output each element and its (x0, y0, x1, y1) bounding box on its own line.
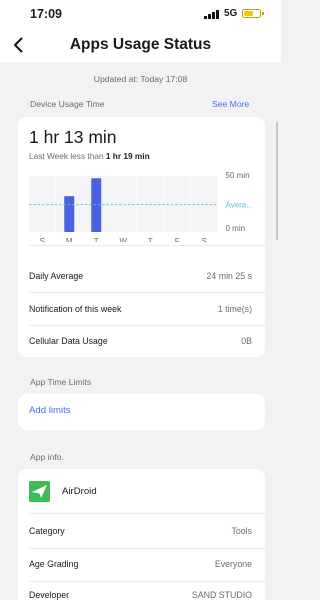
airdroid-logo (29, 481, 50, 502)
x-tick-label: S (40, 237, 45, 242)
stat-row-daily-average: Daily Average 24 min 25 s (29, 260, 252, 292)
add-limits-link[interactable]: Add limits (29, 405, 71, 416)
info-row-age-grading: Age Grading Everyone (29, 548, 252, 580)
status-bar: 17:09 5G (0, 0, 281, 30)
stat-row-cellular: Cellular Data Usage 0B (29, 325, 252, 357)
info-label: Category (29, 526, 65, 536)
divider (29, 513, 265, 514)
app-info-card: AirDroid Category Tools Age Grading Ever… (18, 469, 265, 600)
battery-icon (242, 9, 264, 18)
y-tick-50: 50 min (226, 171, 250, 180)
x-tick-label: M (66, 237, 73, 242)
status-time: 17:09 (30, 7, 62, 21)
chart-column-bg (137, 176, 164, 232)
x-tick-label: F (175, 237, 180, 242)
info-row-developer: Developer SAND STUDIO (29, 579, 252, 600)
stat-value: 0B (241, 336, 252, 346)
time-limits-heading: App Time Limits (30, 377, 92, 387)
stat-row-notifications: Notification of this week 1 time(s) (29, 293, 252, 325)
stat-label: Cellular Data Usage (29, 336, 108, 346)
chart-column-bg (164, 176, 191, 232)
see-more-link[interactable]: See More (212, 99, 249, 109)
weekly-usage-chart: 50 min 0 min Avera... S M T W T F S (29, 171, 253, 242)
average-label: Avera... (226, 201, 253, 210)
divider (29, 245, 265, 246)
chart-column-bg (191, 176, 218, 232)
network-type: 5G (224, 8, 238, 19)
chart-column-bg (110, 176, 137, 232)
nav-bar: Apps Usage Status (0, 30, 281, 62)
x-tick-label: T (148, 237, 153, 242)
device-usage-heading: Device Usage Time (30, 99, 105, 109)
info-row-category: Category Tools (29, 515, 252, 547)
time-limits-card: Add limits (18, 394, 265, 430)
signal-icon (204, 10, 219, 19)
info-label: Developer (29, 590, 70, 600)
info-label: Age Grading (29, 559, 79, 569)
app-name: AirDroid (62, 486, 97, 497)
stat-label: Daily Average (29, 271, 84, 281)
x-tick-label: W (119, 237, 127, 242)
chart-bar[interactable] (64, 196, 75, 232)
device-usage-card: 1 hr 13 min Last Week less than 1 hr 19 … (18, 117, 265, 357)
info-value: SAND STUDIO (191, 590, 252, 600)
info-value: Tools (231, 526, 252, 536)
stat-label: Notification of this week (29, 304, 122, 314)
x-tick-label: S (202, 237, 207, 242)
page-title: Apps Usage Status (69, 36, 212, 53)
stat-value: 24 min 25 s (206, 271, 252, 281)
y-tick-0: 0 min (226, 224, 246, 233)
chart-column-bg (29, 176, 56, 232)
scrollbar[interactable] (276, 122, 278, 240)
x-tick-label: T (94, 237, 99, 242)
info-value: Everyone (214, 559, 252, 569)
stat-value: 1 time(s) (217, 304, 252, 314)
app-info-heading: App info. (30, 452, 64, 462)
updated-timestamp: Updated at: Today 17:08 (93, 74, 188, 84)
